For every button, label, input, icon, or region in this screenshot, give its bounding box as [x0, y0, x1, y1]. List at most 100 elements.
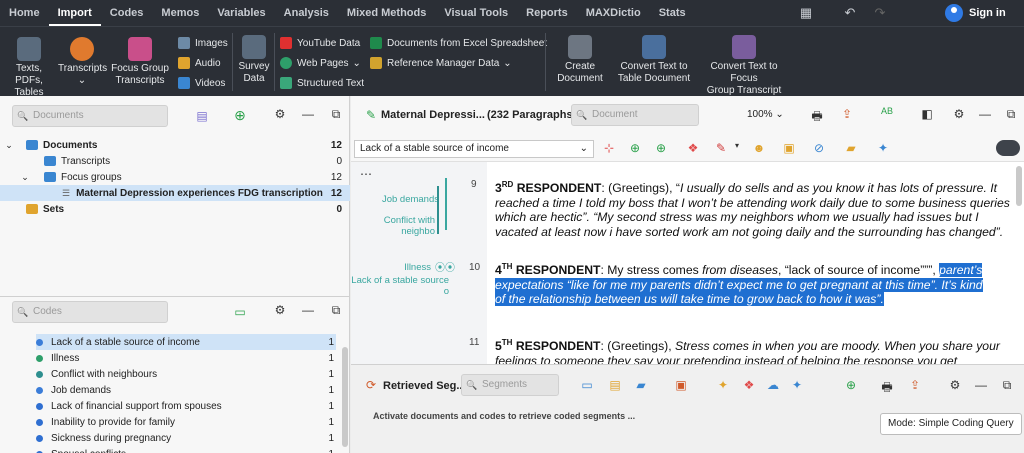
minimize-icon[interactable]: —	[977, 107, 993, 121]
code-item[interactable]: Lack of financial support from spouses 1	[36, 398, 336, 414]
cloud-icon[interactable]: ☁	[765, 378, 781, 392]
code-icon[interactable]: ⊹	[601, 141, 617, 155]
sign-in-button[interactable]: Sign in	[945, 3, 1006, 23]
selected-text[interactable]: expectations “like for me my parents did…	[495, 277, 983, 292]
code-stripe-label[interactable]: Illness	[351, 262, 431, 273]
word-cloud-icon[interactable]: ❖	[741, 378, 757, 392]
code-item[interactable]: Lack of a stable source of income 1	[36, 334, 336, 350]
menu-visual-tools[interactable]: Visual Tools	[435, 0, 517, 26]
import-youtube-button[interactable]: YouTube Data	[280, 35, 360, 51]
undock-icon[interactable]: ⧉	[999, 378, 1015, 393]
menu-analysis[interactable]: Analysis	[275, 0, 338, 26]
highlighter-icon[interactable]: ✎	[713, 141, 729, 155]
import-reference-manager-button[interactable]: Reference Manager Data ⌄	[370, 55, 512, 71]
table-view-icon[interactable]: ▤	[607, 378, 623, 392]
code-color-icon[interactable]: ❖	[685, 141, 701, 155]
minimize-icon[interactable]: —	[973, 378, 989, 392]
tree-focus-groups[interactable]: ⌄ Focus groups 12	[0, 169, 350, 185]
undo-icon[interactable]: ↶	[839, 5, 861, 21]
import-excel-button[interactable]: Documents from Excel Spreadsheet	[370, 35, 547, 51]
spellcheck-icon[interactable]: AB	[879, 106, 895, 116]
redo-icon[interactable]: ↷	[869, 5, 891, 21]
smart-publisher-icon[interactable]: ▣	[673, 378, 689, 392]
code-segments-icon[interactable]: ⊕	[843, 378, 859, 392]
gear-icon[interactable]: ⚙	[272, 303, 288, 317]
code-stripe-label[interactable]: Job demands	[351, 194, 439, 205]
export-icon[interactable]: ⇪	[839, 107, 855, 121]
convert-to-table-button[interactable]: Convert Text to Table Document	[616, 35, 692, 85]
tree-sets[interactable]: Sets 0	[0, 201, 350, 217]
comment-view-icon[interactable]: ▰	[633, 378, 649, 392]
edit-mode-toggle[interactable]	[996, 140, 1020, 156]
tree-maternal-depression-doc[interactable]: ☰ Maternal Depression experiences FDG tr…	[0, 185, 350, 201]
code-item[interactable]: Illness 1	[36, 350, 336, 366]
new-document-icon[interactable]: ▤	[194, 109, 210, 123]
export-icon[interactable]: ⇪	[907, 378, 923, 392]
selected-text[interactable]: of the relationship between us will take…	[495, 292, 884, 307]
new-code-icon[interactable]: ▭	[232, 305, 248, 319]
minimize-icon[interactable]: —	[300, 107, 316, 121]
documents-search-input[interactable]: Documents	[12, 105, 168, 127]
mode-button[interactable]: Mode: Simple Coding Query	[880, 413, 1022, 435]
scrollbar[interactable]	[1016, 166, 1022, 206]
ai-assist-icon[interactable]: ✦	[875, 141, 891, 155]
menu-memos[interactable]: Memos	[152, 0, 208, 26]
menu-stats[interactable]: Stats	[650, 0, 695, 26]
code-item[interactable]: Spousal conflicts 1	[36, 446, 336, 453]
code-invivo-icon[interactable]: ⊕	[653, 141, 669, 155]
gear-icon[interactable]: ⚙	[947, 378, 963, 392]
menu-codes[interactable]: Codes	[101, 0, 153, 26]
undock-icon[interactable]: ⧉	[1003, 107, 1019, 122]
chevron-down-icon[interactable]: ⌄	[0, 140, 18, 151]
import-transcripts-button[interactable]: Transcripts ⌄	[58, 37, 107, 87]
import-survey-button[interactable]: Survey Data	[236, 35, 272, 85]
tree-transcripts[interactable]: Transcripts 0	[0, 153, 350, 169]
coding-stripe[interactable]	[437, 186, 439, 234]
coding-stripe[interactable]	[445, 178, 447, 230]
split-view-icon[interactable]: ◧	[919, 107, 935, 121]
print-icon[interactable]: 🖶	[809, 107, 825, 128]
chevron-down-icon[interactable]: ⌄	[16, 172, 34, 183]
print-icon[interactable]: 🖶	[879, 378, 895, 399]
codes-search-input[interactable]: Codes	[12, 301, 168, 323]
import-webpages-button[interactable]: Web Pages ⌄	[280, 55, 361, 71]
edit-document-icon[interactable]: ✎	[363, 108, 379, 122]
menu-import[interactable]: Import	[48, 0, 101, 26]
import-audio-button[interactable]: Audio	[178, 55, 221, 71]
menu-mixed-methods[interactable]: Mixed Methods	[338, 0, 435, 26]
convert-to-focus-group-button[interactable]: Convert Text to Focus Group Transcript	[696, 35, 792, 97]
gear-icon[interactable]: ⚙	[272, 107, 288, 121]
menu-maxdictio[interactable]: MAXDictio	[577, 0, 650, 26]
summary-icon[interactable]: ✦	[715, 378, 731, 392]
code-item[interactable]: Conflict with neighbours 1	[36, 366, 336, 382]
import-images-button[interactable]: Images	[178, 35, 228, 51]
link-icon[interactable]: ⊘	[811, 141, 827, 155]
code-item[interactable]: Inability to provide for family 1	[36, 414, 336, 430]
zoom-select[interactable]: 100% ⌄	[747, 109, 784, 120]
import-structured-text-button[interactable]: Structured Text	[280, 75, 364, 91]
code-new-icon[interactable]: ⊕	[627, 141, 643, 155]
import-texts-button[interactable]: Texts, PDFs, Tables	[2, 37, 56, 99]
comment-icon[interactable]: ▰	[843, 141, 859, 155]
gear-icon[interactable]: ⚙	[951, 107, 967, 121]
chevron-down-icon[interactable]: ▾	[729, 141, 745, 150]
undock-icon[interactable]: ⧉	[328, 107, 344, 122]
emoticode-icon[interactable]: ☻	[751, 141, 767, 155]
scrollbar[interactable]	[342, 347, 348, 447]
list-view-icon[interactable]: ▭	[579, 378, 595, 392]
document-search-input[interactable]: Document	[571, 104, 699, 126]
menu-reports[interactable]: Reports	[517, 0, 577, 26]
code-stripe-label[interactable]: Lack of a stable source o	[351, 275, 449, 297]
add-icon[interactable]: ⊕	[232, 107, 248, 124]
import-focus-group-button[interactable]: Focus Group Transcripts	[110, 37, 170, 87]
minimize-icon[interactable]: —	[300, 303, 316, 317]
ai-icon[interactable]: ✦	[789, 378, 805, 392]
code-dropdown[interactable]: Lack of a stable source of income ⌄	[354, 140, 594, 158]
menu-home[interactable]: Home	[0, 0, 49, 26]
code-stripe-label[interactable]: Conflict with neighbo	[351, 215, 435, 237]
menu-variables[interactable]: Variables	[208, 0, 274, 26]
calculator-icon[interactable]: ▦	[795, 5, 817, 21]
undock-icon[interactable]: ⧉	[328, 303, 344, 318]
memo-icon[interactable]: ▣	[781, 141, 797, 155]
create-document-button[interactable]: Create Document	[552, 35, 608, 85]
